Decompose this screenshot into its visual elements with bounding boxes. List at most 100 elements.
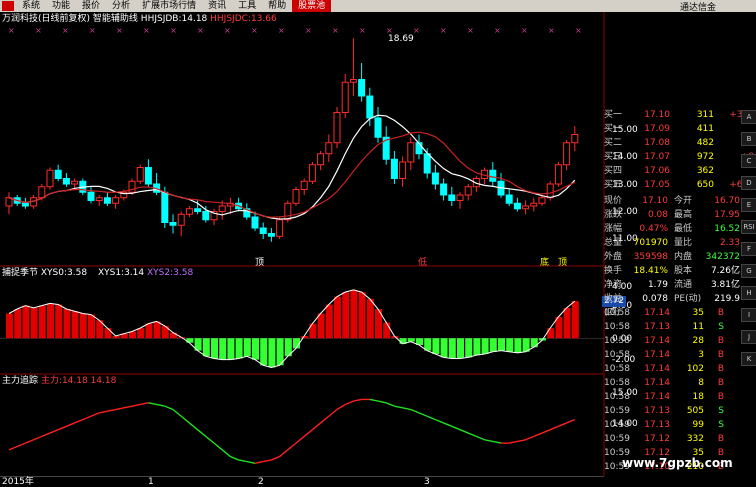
trend-segment (377, 400, 387, 404)
order-row[interactable]: 买一 17.09 411 (604, 122, 756, 136)
trend-segment (41, 432, 51, 438)
trend-segment (476, 435, 485, 441)
tick-price: 17.14 (644, 364, 670, 374)
trade-tick-row[interactable]: 10:58 17.14 3 B (604, 348, 756, 362)
x-marker: × (197, 26, 204, 35)
candle-body (292, 189, 300, 204)
trend-segment (197, 429, 207, 437)
quote-key: 内盘 (674, 252, 693, 262)
osc-bar (465, 338, 473, 358)
toolbar-button[interactable]: E (741, 198, 756, 212)
osc-bar (317, 313, 325, 339)
candle-body (136, 167, 144, 182)
trend-segment (525, 435, 535, 441)
trade-tick-row[interactable]: 10:59 17.13 505 S (604, 404, 756, 418)
trend-segment (295, 435, 305, 444)
x-marker: × (548, 26, 555, 35)
osc-bar (79, 313, 87, 339)
toolbar-button[interactable]: H (741, 286, 756, 300)
candle-body (218, 205, 226, 212)
quote-key: 外盘 (604, 252, 623, 262)
candle-body (538, 197, 546, 204)
trend-segment (311, 422, 322, 431)
trend-segment (123, 405, 133, 409)
toolbar-button[interactable]: B (741, 132, 756, 146)
trend-segment (410, 408, 420, 414)
candle-body (505, 194, 513, 204)
candle-body (349, 79, 357, 83)
trade-tick-row[interactable]: 10:58 17.14 18 B (604, 390, 756, 404)
tick-time: 10:58 (604, 350, 630, 360)
toolbar-button[interactable]: K (741, 352, 756, 366)
toolbar-button[interactable]: F (741, 242, 756, 256)
tick-volume: 99 (692, 420, 704, 430)
trade-tick-row[interactable]: 10:59 17.13 99 S (604, 418, 756, 432)
candle-body (194, 208, 202, 212)
trend-segment (172, 408, 182, 417)
candle-body (169, 222, 177, 226)
signal-marker-bottom: 底 (540, 258, 550, 268)
quote-row: 净资 1.79 流通 3.81亿 (604, 278, 756, 292)
osc-bar (186, 338, 194, 343)
order-row[interactable]: 买三17.07972+8 (604, 150, 756, 164)
x-marker: × (8, 26, 15, 35)
candle-body (38, 186, 46, 199)
osc-bar (6, 313, 13, 339)
toolbar-button[interactable]: RSI (741, 220, 756, 234)
order-volume: 362 (696, 166, 714, 176)
trade-tick-row[interactable]: 10:58 17.14 8 B (604, 376, 756, 390)
candle-body (317, 153, 325, 166)
order-volume: 650 (696, 180, 714, 190)
tick-price: 17.14 (644, 336, 670, 346)
time-axis-bar: 2015年 1 2 3 (0, 476, 604, 487)
quote-row: 涨跌 0.08 最高 17.95 (604, 208, 756, 222)
osc-bar (22, 305, 30, 339)
tick-time: 10:58 (604, 392, 630, 402)
order-price: 17.08 (644, 138, 670, 148)
quote-value: 0.47% (639, 224, 668, 234)
quote-value: 17.10 (642, 196, 668, 206)
trade-tick-row[interactable]: 10:58 17.14 28 B (604, 334, 756, 348)
trade-tick-row[interactable]: 10:59 17.12 332 B (604, 432, 756, 446)
x-marker: × (62, 26, 69, 35)
order-row[interactable]: 买五17.05650+650 (604, 178, 756, 192)
quote-value: 2.33 (719, 238, 740, 248)
toolbar-button[interactable]: G (741, 264, 756, 278)
order-row[interactable]: 买四 17.06 362 (604, 164, 756, 178)
order-label: 买一 (604, 110, 623, 120)
x-marker: × (170, 26, 177, 35)
candle-body (144, 167, 152, 185)
osc-bar (432, 338, 440, 354)
toolbar-button[interactable]: D (741, 176, 756, 190)
osc-bar (47, 303, 54, 339)
order-row[interactable]: 买一17.10311+311 (604, 108, 756, 122)
tick-side: B (717, 378, 724, 388)
order-price: 17.09 (644, 124, 670, 134)
osc-bar (358, 292, 366, 339)
tick-time: 10:58 (604, 378, 630, 388)
trend-segment (99, 410, 108, 414)
candle-body (366, 95, 374, 119)
order-row[interactable]: 买二17.08482+1 (604, 136, 756, 150)
toolbar-button[interactable]: C (741, 154, 756, 168)
candle-body (464, 186, 472, 196)
trade-tick-row[interactable]: 10:58 17.14 102 B (604, 362, 756, 376)
quote-value: 1.79 (647, 280, 668, 290)
quote-value: 0.08 (647, 210, 668, 220)
trend-segment (230, 455, 239, 461)
tick-volume: 28 (692, 336, 704, 346)
trade-tick-row[interactable]: 10:58 17.14 35 B (604, 306, 756, 320)
candle-body (415, 142, 423, 155)
toolbar-button[interactable]: I (741, 308, 756, 322)
trend-segment (148, 402, 157, 406)
toolbar-button[interactable]: J (741, 330, 756, 344)
trend-segment (25, 439, 34, 444)
tick-side: B (717, 350, 724, 360)
trend-segment (426, 415, 436, 421)
toolbar-button[interactable]: A (741, 110, 756, 124)
osc-bar (530, 338, 538, 348)
order-price: 17.10 (644, 110, 670, 120)
trend-segment (467, 432, 477, 438)
x-marker: × (251, 26, 258, 35)
trade-tick-row[interactable]: 10:58 17.13 11 S (604, 320, 756, 334)
